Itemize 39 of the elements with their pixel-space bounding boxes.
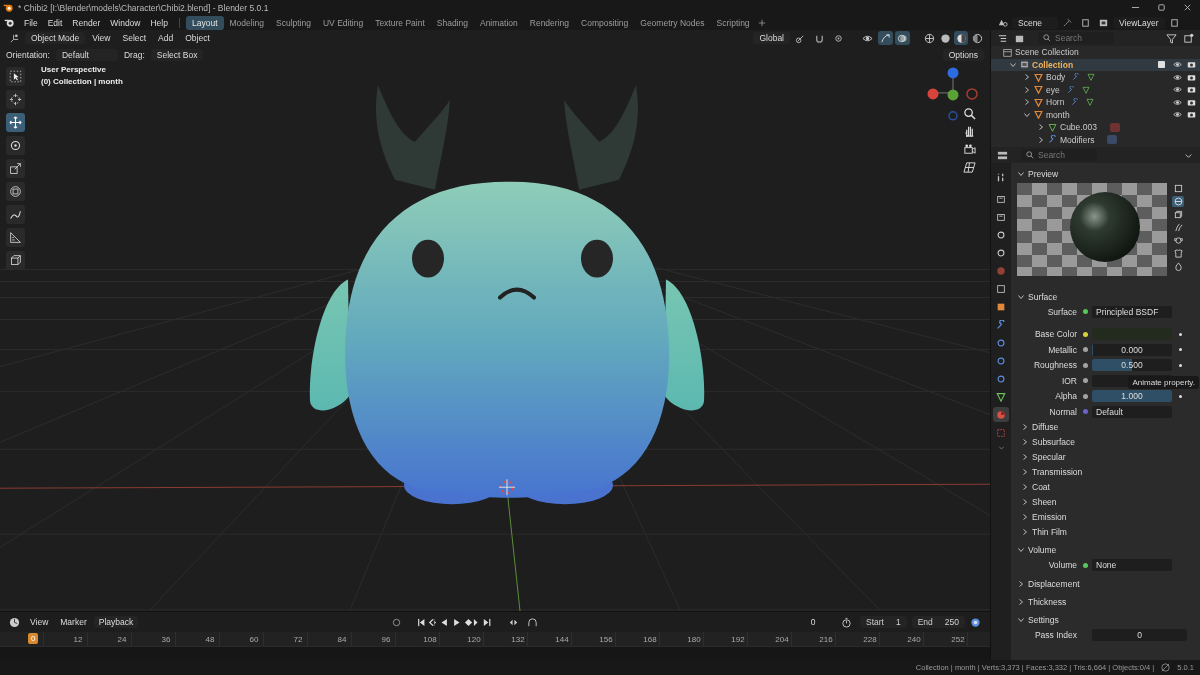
slider-value: 1.000 <box>1121 391 1143 402</box>
frame-number: 144 <box>554 634 570 644</box>
frame-number: 84 <box>336 634 348 644</box>
property-label: IOR <box>1060 375 1078 386</box>
window-title: * Chibi2 [I:\Blender\models\Character\Chibi2.blend] - Blender 5.0.1 <box>18 2 269 13</box>
property-label: Volume <box>1047 560 1078 571</box>
frame-number: 12 <box>72 634 84 644</box>
property-label: Surface <box>1046 306 1078 317</box>
property-label: Metallic <box>1047 344 1078 355</box>
frame-number: 36 <box>160 634 172 644</box>
frame-number: 228 <box>862 634 878 644</box>
frame-number: 156 <box>598 634 614 644</box>
property-label: Alpha <box>1054 391 1078 402</box>
slider-value: 0.000 <box>1121 344 1143 355</box>
frame-number: 48 <box>204 634 216 644</box>
frame-number: 240 <box>906 634 922 644</box>
frame-number: 180 <box>686 634 702 644</box>
property-label: Base Color <box>1033 329 1078 340</box>
frame-number: 132 <box>510 634 526 644</box>
frame-number: 60 <box>248 634 260 644</box>
frame-number: 168 <box>642 634 658 644</box>
frame-number: 96 <box>380 634 392 644</box>
slider-value: 0.500 <box>1121 360 1143 371</box>
frame-number: 192 <box>730 634 746 644</box>
frame-number: 204 <box>774 634 790 644</box>
frame-number: 72 <box>292 634 304 644</box>
frame-number: 252 <box>950 634 966 644</box>
drag-label: Drag: <box>123 49 145 60</box>
orientation-label: Orientation: <box>6 49 50 60</box>
property-label: Normal <box>1048 406 1078 417</box>
property-label: Roughness <box>1033 360 1078 371</box>
context-label: (0) Collection | month <box>41 77 123 86</box>
frame-number: 120 <box>466 634 482 644</box>
tooltip: Animate property. <box>1128 376 1199 389</box>
view-name-label: User Perspective <box>41 65 107 74</box>
frame-number: 24 <box>116 634 128 644</box>
frame-number: 108 <box>422 634 438 644</box>
property-label: Pass Index <box>1033 629 1078 640</box>
frame-number: 216 <box>818 634 834 644</box>
